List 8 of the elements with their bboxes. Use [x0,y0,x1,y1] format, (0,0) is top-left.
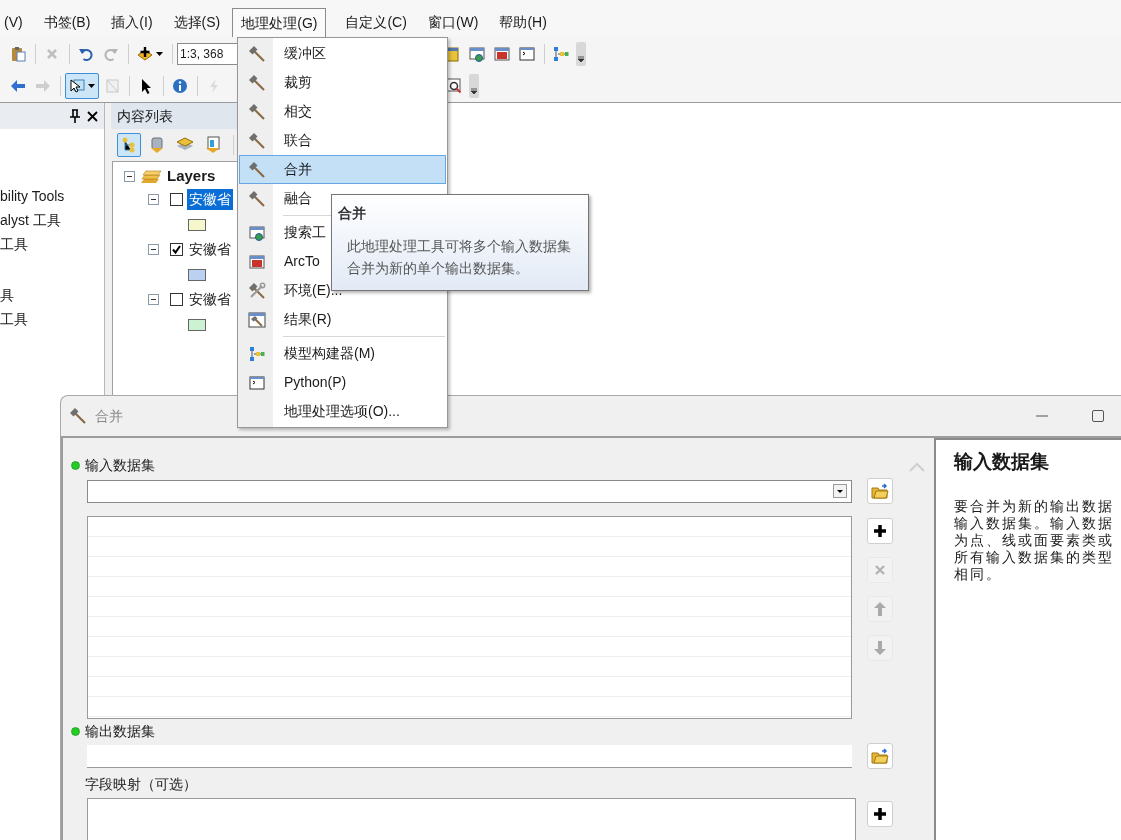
field-label: 输入数据集 [85,455,155,475]
tooltip-title: 合并 [338,204,367,223]
field-label: 字段映射（可选） [85,774,197,794]
window-title: 合并 [95,406,123,426]
help-title: 输入数据集 [954,450,1050,474]
help-text: 要合并为新的输出数据 输入数据集。输入数据 为点、线或面要素类或 所有输入数据集的类型 相同。 [954,497,1115,583]
tooltip-text: 此地理处理工具可将多个输入数据集合并为新的单个输出数据集。 [347,237,572,278]
field-label: 输出数据集 [85,721,155,741]
